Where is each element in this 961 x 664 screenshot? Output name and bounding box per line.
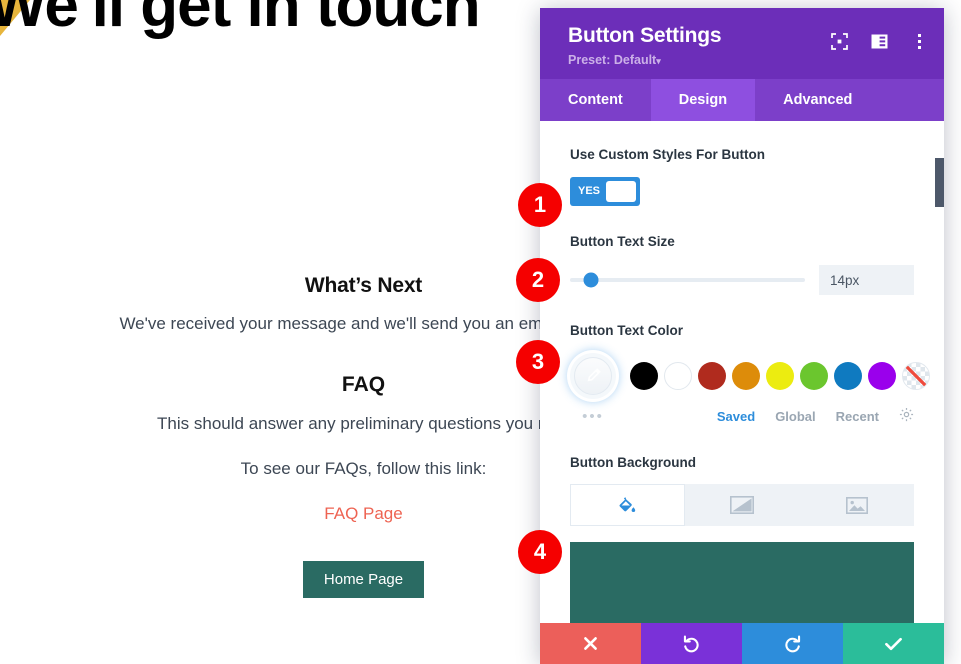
home-page-button[interactable]: Home Page xyxy=(302,561,425,598)
field-button-background: Button Background xyxy=(570,453,915,623)
modal-body: Use Custom Styles For Button YES Button … xyxy=(540,121,944,623)
swatch-white[interactable] xyxy=(664,361,692,390)
button-text-color-label: Button Text Color xyxy=(570,323,683,339)
layout-panel-icon[interactable] xyxy=(870,32,888,50)
undo-button[interactable] xyxy=(641,623,742,664)
redo-button[interactable] xyxy=(742,623,843,664)
image-icon xyxy=(845,496,868,514)
background-color-tab[interactable] xyxy=(570,484,685,527)
custom-styles-label: Use Custom Styles For Button xyxy=(570,147,766,163)
preset-label: Preset: Default xyxy=(568,53,657,68)
undo-icon xyxy=(683,635,699,653)
swatch-yellow[interactable] xyxy=(766,361,794,390)
paint-bucket-icon xyxy=(619,497,636,513)
swatch-transparent[interactable] xyxy=(902,361,930,390)
color-tab-global[interactable]: Global xyxy=(775,409,815,424)
check-icon xyxy=(885,637,902,650)
button-settings-modal: Button Settings Preset: Default▾ Content… xyxy=(540,8,944,664)
step-badge-3: 3 xyxy=(516,340,560,384)
background-image-tab[interactable] xyxy=(799,484,915,527)
swatch-brick-red[interactable] xyxy=(698,361,726,390)
color-tab-saved[interactable]: Saved xyxy=(717,409,755,424)
step-badge-4: 4 xyxy=(518,530,562,574)
color-swatch-row xyxy=(570,352,930,399)
toggle-value-label: YES xyxy=(578,185,601,198)
tab-advanced[interactable]: Advanced xyxy=(755,79,880,121)
background-color-preview[interactable] xyxy=(570,542,914,623)
button-text-size-slider[interactable] xyxy=(570,272,805,288)
slider-handle[interactable] xyxy=(583,272,599,288)
toggle-knob xyxy=(606,180,636,202)
button-text-size-label: Button Text Size xyxy=(570,233,675,249)
close-icon xyxy=(584,637,597,650)
custom-styles-toggle[interactable]: YES xyxy=(570,176,640,206)
fullscreen-icon[interactable] xyxy=(830,32,848,50)
swatch-green[interactable] xyxy=(800,361,828,390)
button-background-label: Button Background xyxy=(570,454,696,470)
eyedropper-icon-inner xyxy=(574,356,612,395)
gear-icon[interactable] xyxy=(899,407,914,427)
gradient-icon xyxy=(730,496,754,515)
background-gradient-tab[interactable] xyxy=(684,484,800,527)
tab-design[interactable]: Design xyxy=(650,79,756,122)
field-button-text-size: Button Text Size 14px xyxy=(570,232,914,296)
modal-header: Button Settings Preset: Default▾ xyxy=(540,8,944,80)
swatch-purple[interactable] xyxy=(868,361,896,390)
eyedropper-icon[interactable] xyxy=(570,352,616,399)
color-tab-recent[interactable]: Recent xyxy=(836,409,879,424)
more-options-icon[interactable]: ••• xyxy=(570,408,616,425)
color-source-tabs: Saved Global Recent xyxy=(717,407,914,427)
modal-header-icons xyxy=(830,32,928,50)
button-text-size-input[interactable]: 14px xyxy=(819,265,914,296)
modal-scrollbar-thumb[interactable] xyxy=(935,158,944,208)
faq-page-link[interactable]: FAQ Page xyxy=(324,504,402,523)
cancel-button[interactable] xyxy=(540,623,641,664)
chevron-down-icon: ▾ xyxy=(656,56,661,67)
step-badge-2: 2 xyxy=(516,258,560,302)
modal-tab-bar: Content Design Advanced xyxy=(540,79,944,122)
color-meta-row: ••• Saved Global Recent xyxy=(570,407,914,427)
swatch-blue[interactable] xyxy=(834,361,862,390)
preset-selector[interactable]: Preset: Default▾ xyxy=(568,53,920,67)
background-type-tabs xyxy=(570,484,915,527)
field-button-text-color: Button Text Color ••• Saved Global Recen… xyxy=(570,321,930,427)
redo-icon xyxy=(785,635,801,653)
more-vertical-icon[interactable] xyxy=(910,32,928,50)
swatch-black[interactable] xyxy=(630,361,658,390)
modal-action-bar xyxy=(540,623,944,664)
field-custom-styles: Use Custom Styles For Button YES xyxy=(570,145,914,206)
tab-content[interactable]: Content xyxy=(540,79,651,121)
modal-scrollbar-track[interactable] xyxy=(935,121,944,623)
swatch-orange[interactable] xyxy=(732,361,760,390)
button-text-size-row: 14px xyxy=(570,265,914,296)
step-badge-1: 1 xyxy=(518,183,562,227)
save-button[interactable] xyxy=(843,623,944,664)
